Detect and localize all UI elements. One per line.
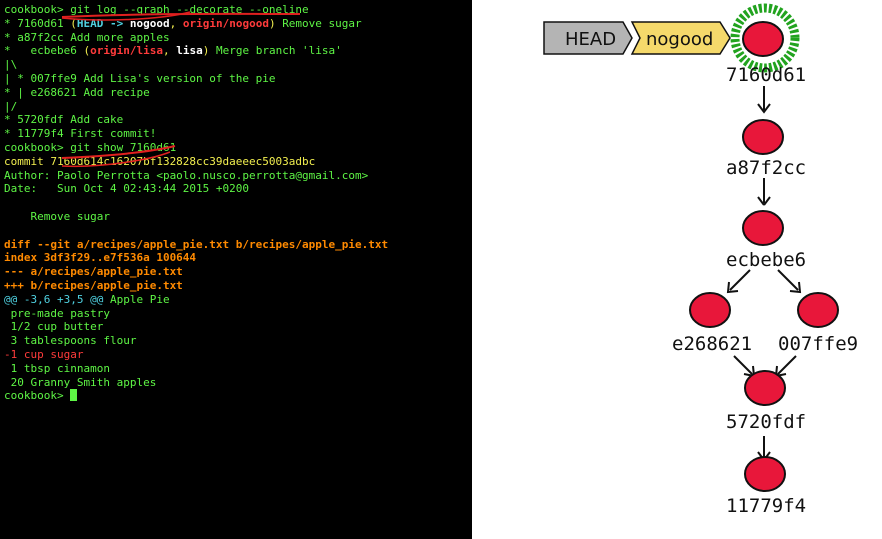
terminal-text: git log --graph --decorate --oneline bbox=[70, 3, 309, 16]
terminal-text: origin/nogood bbox=[182, 16, 269, 30]
commit-graph-diagram: HEAD nogood 7160d61 a87f2cc ecbebe6 e268… bbox=[472, 0, 882, 539]
terminal-line: pre-made pastry bbox=[4, 307, 466, 321]
commit-label-ecbebe6: ecbebe6 bbox=[726, 249, 806, 271]
terminal-text: origin/lisa bbox=[90, 44, 163, 58]
terminal-text: |/ bbox=[4, 99, 18, 113]
terminal-text: git show 7160d61 bbox=[70, 140, 177, 154]
terminal-window[interactable]: cookbook> git log --graph --decorate --o… bbox=[0, 0, 470, 539]
commit-label-11779f4: 11779f4 bbox=[726, 495, 806, 517]
terminal-text: Remove sugar bbox=[282, 16, 362, 30]
head-tag-label: HEAD bbox=[565, 29, 616, 50]
terminal-text: * ecbebe6 bbox=[4, 44, 84, 58]
terminal-line: --- a/recipes/apple_pie.txt bbox=[4, 265, 466, 279]
terminal-cursor bbox=[70, 389, 78, 402]
arrow-007ffe9-5720fdf bbox=[774, 355, 797, 378]
terminal-line: | * 007ffe9 Add Lisa's version of the pi… bbox=[4, 72, 466, 86]
terminal-line: * ecbebe6 (origin/lisa, lisa) Merge bran… bbox=[4, 44, 466, 58]
commit-node-5720fdf bbox=[744, 370, 786, 406]
terminal-line: diff --git a/recipes/apple_pie.txt b/rec… bbox=[4, 238, 466, 252]
terminal-text: index 3df3f29..e7f536a 100644 bbox=[4, 251, 197, 265]
terminal-text: diff --git a/recipes/apple_pie.txt b/rec… bbox=[4, 237, 389, 251]
terminal-line: * 11779f4 First commit! bbox=[4, 127, 466, 141]
commit-label-e268621: e268621 bbox=[672, 333, 752, 355]
commit-node-a87f2cc bbox=[742, 119, 784, 155]
arrow-ecbebe6-e268621 bbox=[726, 269, 751, 294]
terminal-line: @@ -3,6 +3,5 @@ Apple Pie bbox=[4, 293, 466, 307]
terminal-line: cookbook> git show 7160d61 bbox=[4, 141, 466, 155]
terminal-text: * a87f2cc Add more apples bbox=[4, 30, 170, 44]
terminal-text: @@ -3,6 +3,5 @@ bbox=[4, 292, 104, 306]
terminal-line: +++ b/recipes/apple_pie.txt bbox=[4, 279, 466, 293]
terminal-line: 3 tablespoons flour bbox=[4, 334, 466, 348]
terminal-line: commit 7160d614c16207bf132828cc39daeeec5… bbox=[4, 155, 466, 169]
terminal-text: cookbook> bbox=[4, 3, 71, 16]
terminal-text: * 007ffe9 Add Lisa's version of the pie bbox=[17, 71, 276, 85]
commit-node-7160d61 bbox=[742, 21, 784, 57]
terminal-line: |/ bbox=[4, 100, 466, 114]
terminal-text: * 5720fdf Add cake bbox=[4, 113, 124, 127]
terminal-line: * 7160d61 (HEAD -> nogood, origin/nogood… bbox=[4, 17, 466, 31]
terminal-text: nogood bbox=[129, 16, 170, 30]
terminal-text: ( bbox=[70, 16, 77, 30]
terminal-text: Apple Pie bbox=[103, 292, 170, 306]
terminal-text: cookbook> bbox=[4, 140, 71, 154]
terminal-line: Date: Sun Oct 4 02:43:44 2015 +0200 bbox=[4, 182, 466, 196]
commit-label-007ffe9: 007ffe9 bbox=[778, 333, 858, 355]
terminal-text: ) bbox=[268, 16, 283, 30]
commit-label-a87f2cc: a87f2cc bbox=[726, 157, 806, 179]
terminal-text: , bbox=[169, 16, 183, 30]
terminal-line: Author: Paolo Perrotta <paolo.nusco.perr… bbox=[4, 169, 466, 183]
terminal-text: lisa bbox=[176, 44, 203, 58]
terminal-line: 1/2 cup butter bbox=[4, 320, 466, 334]
terminal-text: Merge branch 'lisa' bbox=[215, 44, 342, 58]
terminal-line: |\ bbox=[4, 58, 466, 72]
terminal-line: Remove sugar bbox=[4, 210, 466, 224]
terminal-text: , bbox=[162, 44, 177, 58]
terminal-text: +++ b/recipes/apple_pie.txt bbox=[4, 278, 183, 292]
terminal-text: commit 7160d614c16207bf132828cc39daeeec5… bbox=[4, 154, 316, 168]
arrow-e268621-5720fdf bbox=[733, 355, 756, 378]
commit-node-ecbebe6 bbox=[742, 210, 784, 246]
terminal-text: pre-made pastry bbox=[4, 306, 110, 320]
commit-node-11779f4 bbox=[744, 456, 786, 492]
commit-node-007ffe9 bbox=[797, 292, 839, 328]
terminal-text: -1 cup sugar bbox=[4, 347, 84, 361]
terminal-text: * 11779f4 First commit! bbox=[4, 127, 157, 141]
terminal-line: 1 tbsp cinnamon bbox=[4, 362, 466, 376]
terminal-line: cookbook> bbox=[4, 389, 466, 403]
terminal-text: Author: Paolo Perrotta <paolo.nusco.perr… bbox=[4, 168, 369, 182]
terminal-text: |\ bbox=[4, 58, 18, 72]
terminal-text: 3 tablespoons flour bbox=[4, 334, 137, 348]
terminal-text: Date: Sun Oct 4 02:43:44 2015 +0200 bbox=[4, 182, 250, 196]
terminal-text: * | e268621 Add recipe bbox=[4, 85, 150, 99]
commit-label-7160d61: 7160d61 bbox=[726, 64, 806, 86]
terminal-line: cookbook> git log --graph --decorate --o… bbox=[4, 3, 466, 17]
terminal-text: 1/2 cup butter bbox=[4, 320, 104, 334]
terminal-line: 20 Granny Smith apples bbox=[4, 376, 466, 390]
branch-tag-label: nogood bbox=[646, 29, 713, 50]
terminal-text: * 7160d61 bbox=[4, 16, 71, 30]
terminal-text: ) bbox=[202, 44, 216, 58]
terminal-text: 1 tbsp cinnamon bbox=[4, 361, 110, 375]
arrow-a87f2cc-ecbebe6 bbox=[757, 178, 771, 206]
terminal-text: | bbox=[4, 71, 18, 85]
terminal-text: HEAD -> bbox=[76, 16, 130, 30]
terminal-line: * | e268621 Add recipe bbox=[4, 86, 466, 100]
arrow-ecbebe6-007ffe9 bbox=[777, 269, 802, 294]
terminal-text: cookbook> bbox=[4, 389, 71, 403]
terminal-line: -1 cup sugar bbox=[4, 348, 466, 362]
terminal-text: --- a/recipes/apple_pie.txt bbox=[4, 265, 183, 279]
terminal-line: * 5720fdf Add cake bbox=[4, 113, 466, 127]
commit-node-e268621 bbox=[689, 292, 731, 328]
arrow-7160d61-a87f2cc bbox=[757, 86, 771, 114]
terminal-line: * a87f2cc Add more apples bbox=[4, 31, 466, 45]
terminal-text: 20 Granny Smith apples bbox=[4, 375, 157, 389]
terminal-line: index 3df3f29..e7f536a 100644 bbox=[4, 251, 466, 265]
terminal-text: Remove sugar bbox=[4, 209, 110, 223]
commit-label-5720fdf: 5720fdf bbox=[726, 411, 806, 433]
